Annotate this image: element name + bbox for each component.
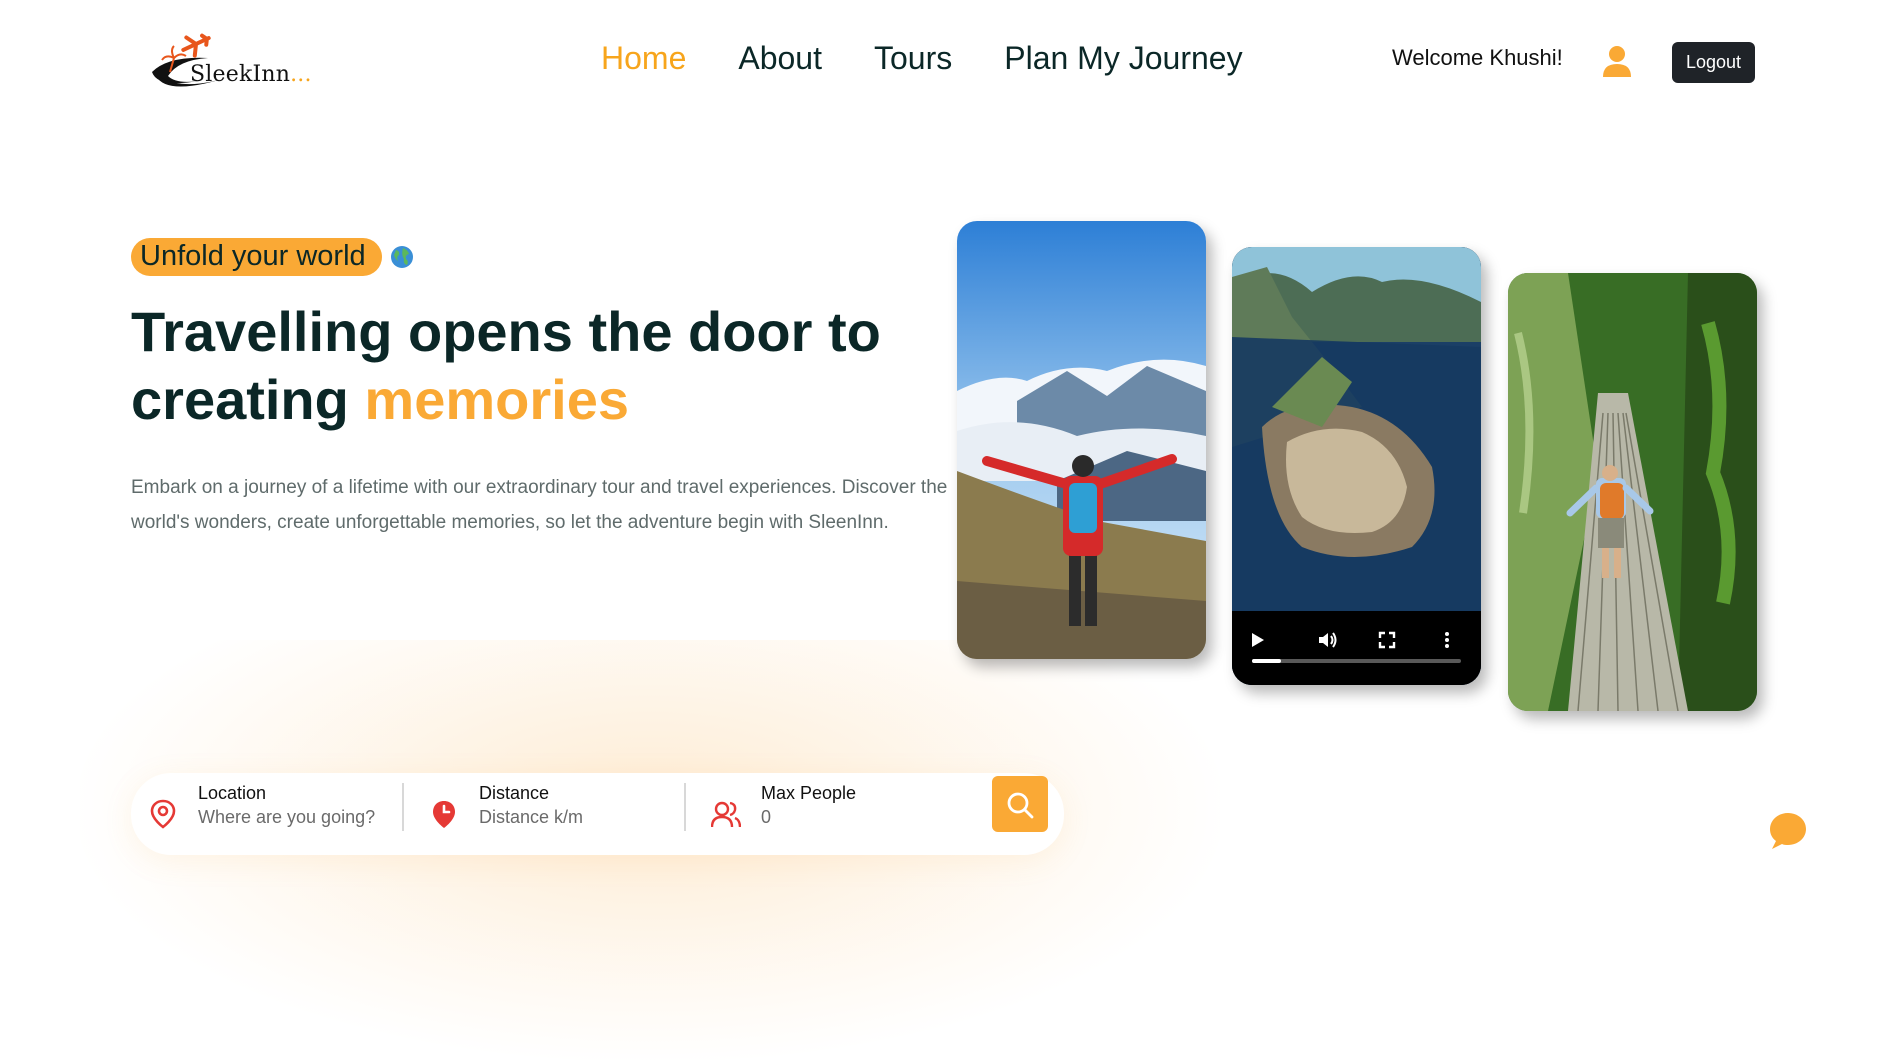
location-input[interactable]	[198, 807, 388, 828]
hero-image-bridge	[1508, 273, 1757, 711]
max-people-input[interactable]	[761, 807, 951, 828]
location-field[interactable]: Location	[131, 773, 399, 855]
location-label: Location	[198, 783, 267, 803]
logout-button[interactable]: Logout	[1672, 42, 1755, 83]
hero-video[interactable]	[1232, 247, 1481, 685]
nav-about[interactable]: About	[738, 40, 822, 77]
hero-subtitle: Unfold your world	[131, 238, 382, 276]
divider	[402, 783, 404, 831]
welcome-text: Welcome Khushi!	[1392, 45, 1563, 70]
nav-home[interactable]: Home	[601, 40, 686, 77]
globe-icon	[390, 246, 413, 268]
logo-text: SleekInn...	[190, 62, 312, 87]
search-icon	[1007, 792, 1034, 818]
users-icon	[711, 801, 741, 828]
video-controls	[1232, 611, 1481, 685]
hero-headline: Travelling opens the door to creating me…	[131, 298, 931, 434]
max-people-label: Max People	[761, 783, 857, 803]
hero-description: Embark on a journey of a lifetime with o…	[131, 477, 948, 533]
nav-tours[interactable]: Tours	[874, 40, 952, 77]
hero-headline-highlight: memories	[364, 368, 629, 431]
search-bar: Location Distance Max People	[131, 773, 1064, 855]
divider	[684, 783, 686, 831]
distance-label: Distance	[479, 783, 550, 803]
search-button[interactable]	[992, 776, 1048, 832]
user-icon[interactable]	[1603, 45, 1631, 77]
chat-icon[interactable]	[1768, 810, 1808, 850]
fullscreen-icon[interactable]	[1376, 629, 1398, 651]
distance-input[interactable]	[479, 807, 669, 828]
hero-image-mountain	[957, 221, 1206, 659]
location-pin-icon	[150, 799, 176, 829]
nav-plan-my-journey[interactable]: Plan My Journey	[1004, 40, 1242, 77]
video-progress-fill	[1252, 659, 1282, 663]
hero-subtitle-row: Unfold your world	[131, 238, 414, 276]
clock-pin-icon	[433, 801, 455, 828]
video-progress-bar[interactable]	[1252, 659, 1461, 663]
play-icon[interactable]	[1246, 629, 1268, 651]
main-nav: Home About Tours Plan My Journey	[601, 40, 1243, 77]
more-vertical-icon[interactable]	[1436, 629, 1458, 651]
distance-field[interactable]: Distance	[412, 773, 680, 855]
max-people-field[interactable]: Max People	[694, 773, 974, 855]
volume-icon[interactable]	[1316, 629, 1338, 651]
